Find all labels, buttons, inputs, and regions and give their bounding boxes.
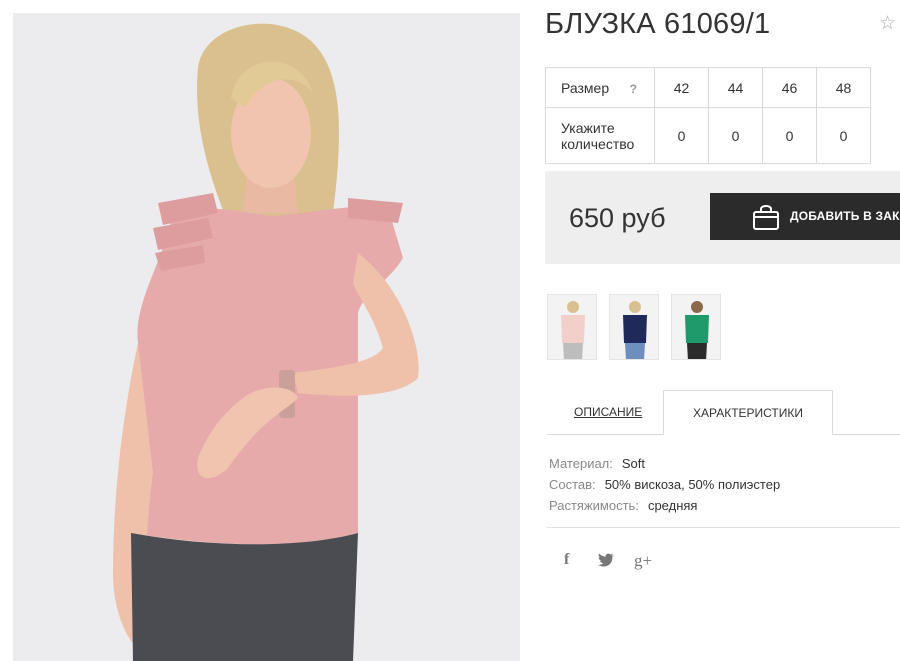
spec-key: Растяжимость:: [549, 498, 639, 513]
spec-row-stretch: Растяжимость: средняя: [549, 495, 780, 516]
spec-value: средняя: [647, 498, 698, 513]
size-48: 48: [816, 67, 871, 108]
quantity-label: Укажите количество: [545, 107, 655, 164]
size-quantity-table: Размер ? 42 44 46 48 Укажите количество …: [545, 67, 871, 164]
thumbnail-pink-image: [548, 295, 596, 359]
size-46: 46: [762, 67, 817, 108]
facebook-icon[interactable]: f: [564, 551, 569, 569]
google-plus-icon[interactable]: g+: [634, 551, 652, 571]
tab-description[interactable]: ОПИСАНИЕ: [574, 405, 642, 419]
spec-value: 50% вискоза, 50% полиэстер: [604, 477, 781, 492]
spec-key: Материал:: [549, 456, 613, 471]
spec-value: Soft: [621, 456, 646, 471]
thumbnail-navy-image: [610, 295, 658, 359]
color-thumbnail-green[interactable]: [671, 294, 721, 360]
add-to-order-label: ДОБАВИТЬ В ЗАКАЗ: [790, 209, 900, 223]
spec-key: Состав:: [549, 477, 596, 492]
size-42: 42: [654, 67, 709, 108]
spec-row-composition: Состав: 50% вискоза, 50% полиэстер: [549, 474, 780, 495]
quantity-input-46[interactable]: 0: [762, 107, 817, 164]
star-outline-icon[interactable]: ☆: [879, 12, 896, 35]
twitter-icon[interactable]: [598, 553, 614, 572]
price-panel: 650 руб ДОБАВИТЬ В ЗАКАЗ: [545, 171, 900, 264]
add-to-order-button[interactable]: ДОБАВИТЬ В ЗАКАЗ: [710, 193, 900, 240]
color-thumbnail-navy[interactable]: [609, 294, 659, 360]
size-44: 44: [708, 67, 763, 108]
quantity-input-44[interactable]: 0: [708, 107, 763, 164]
price-value: 650 руб: [569, 203, 666, 233]
quantity-input-48[interactable]: 0: [816, 107, 871, 164]
spec-row-material: Материал: Soft: [549, 453, 780, 474]
product-main-photo[interactable]: [13, 13, 520, 661]
tab-characteristics[interactable]: ХАРАКТЕРИСТИКИ: [663, 390, 833, 435]
color-thumbnail-pink[interactable]: [547, 294, 597, 360]
size-label: Размер: [561, 79, 610, 96]
size-help-icon[interactable]: ?: [630, 81, 637, 97]
social-divider: [547, 527, 900, 528]
characteristics-list: Материал: Soft Состав: 50% вискоза, 50% по…: [549, 453, 780, 516]
thumbnail-green-image: [672, 295, 720, 359]
product-title: БЛУЗКА 61069/1: [545, 8, 771, 40]
shopping-bag-icon: [753, 205, 779, 230]
model-illustration: [13, 13, 520, 661]
quantity-input-42[interactable]: 0: [654, 107, 709, 164]
